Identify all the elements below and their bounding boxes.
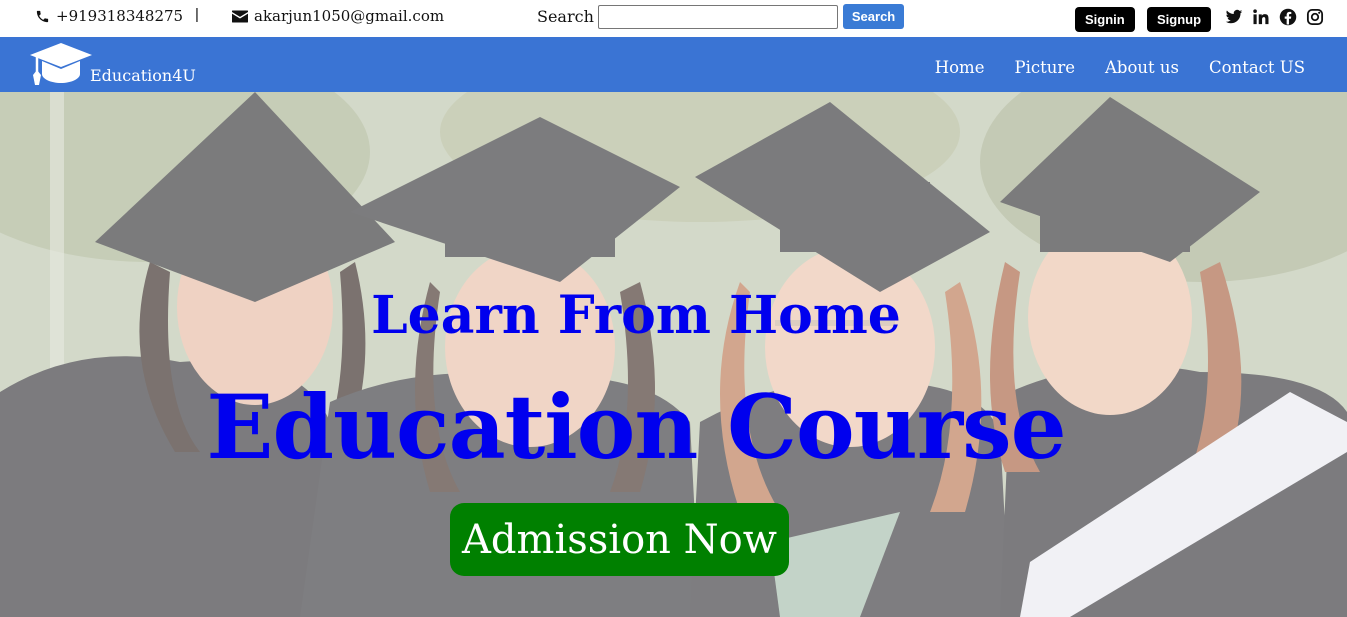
nav-link-picture[interactable]: Picture [1014, 58, 1075, 77]
nav-link-home[interactable]: Home [935, 58, 985, 77]
navbar: Education4U Home Picture About us Contac… [0, 37, 1347, 92]
instagram-icon[interactable] [1306, 8, 1324, 26]
linkedin-icon[interactable] [1252, 8, 1270, 26]
signin-button[interactable]: Signin [1075, 7, 1135, 32]
hero-title: Education Course [206, 375, 1066, 479]
search-form: Search Search [537, 4, 905, 29]
graduation-cap-icon[interactable] [28, 41, 94, 87]
search-button[interactable]: Search [842, 4, 905, 29]
hero-section: Learn From Home Education Course Admissi… [0, 92, 1347, 617]
email-contact[interactable]: akarjun1050@gmail.com [232, 7, 444, 25]
nav-link-about[interactable]: About us [1105, 58, 1179, 77]
envelope-icon [232, 10, 248, 22]
email-address: akarjun1050@gmail.com [254, 7, 445, 25]
phone-contact[interactable]: +919318348275 [35, 7, 183, 25]
main-nav: Home Picture About us Contact US [935, 58, 1305, 77]
contact-separator: | [195, 6, 199, 23]
facebook-icon[interactable] [1279, 8, 1297, 26]
search-input[interactable] [597, 4, 838, 29]
top-bar: +919318348275 | akarjun1050@gmail.com Se… [0, 0, 1347, 37]
phone-icon [36, 10, 49, 22]
twitter-icon[interactable] [1225, 8, 1243, 26]
search-label: Search [537, 7, 594, 26]
brand-name[interactable]: Education4U [90, 66, 196, 85]
hero-subtitle: Learn From Home [371, 285, 901, 346]
admission-now-button[interactable]: Admission Now [450, 503, 789, 576]
nav-link-contact[interactable]: Contact US [1209, 58, 1305, 77]
social-links [1225, 8, 1324, 26]
signup-button[interactable]: Signup [1147, 7, 1212, 32]
phone-number: +919318348275 [56, 7, 184, 25]
